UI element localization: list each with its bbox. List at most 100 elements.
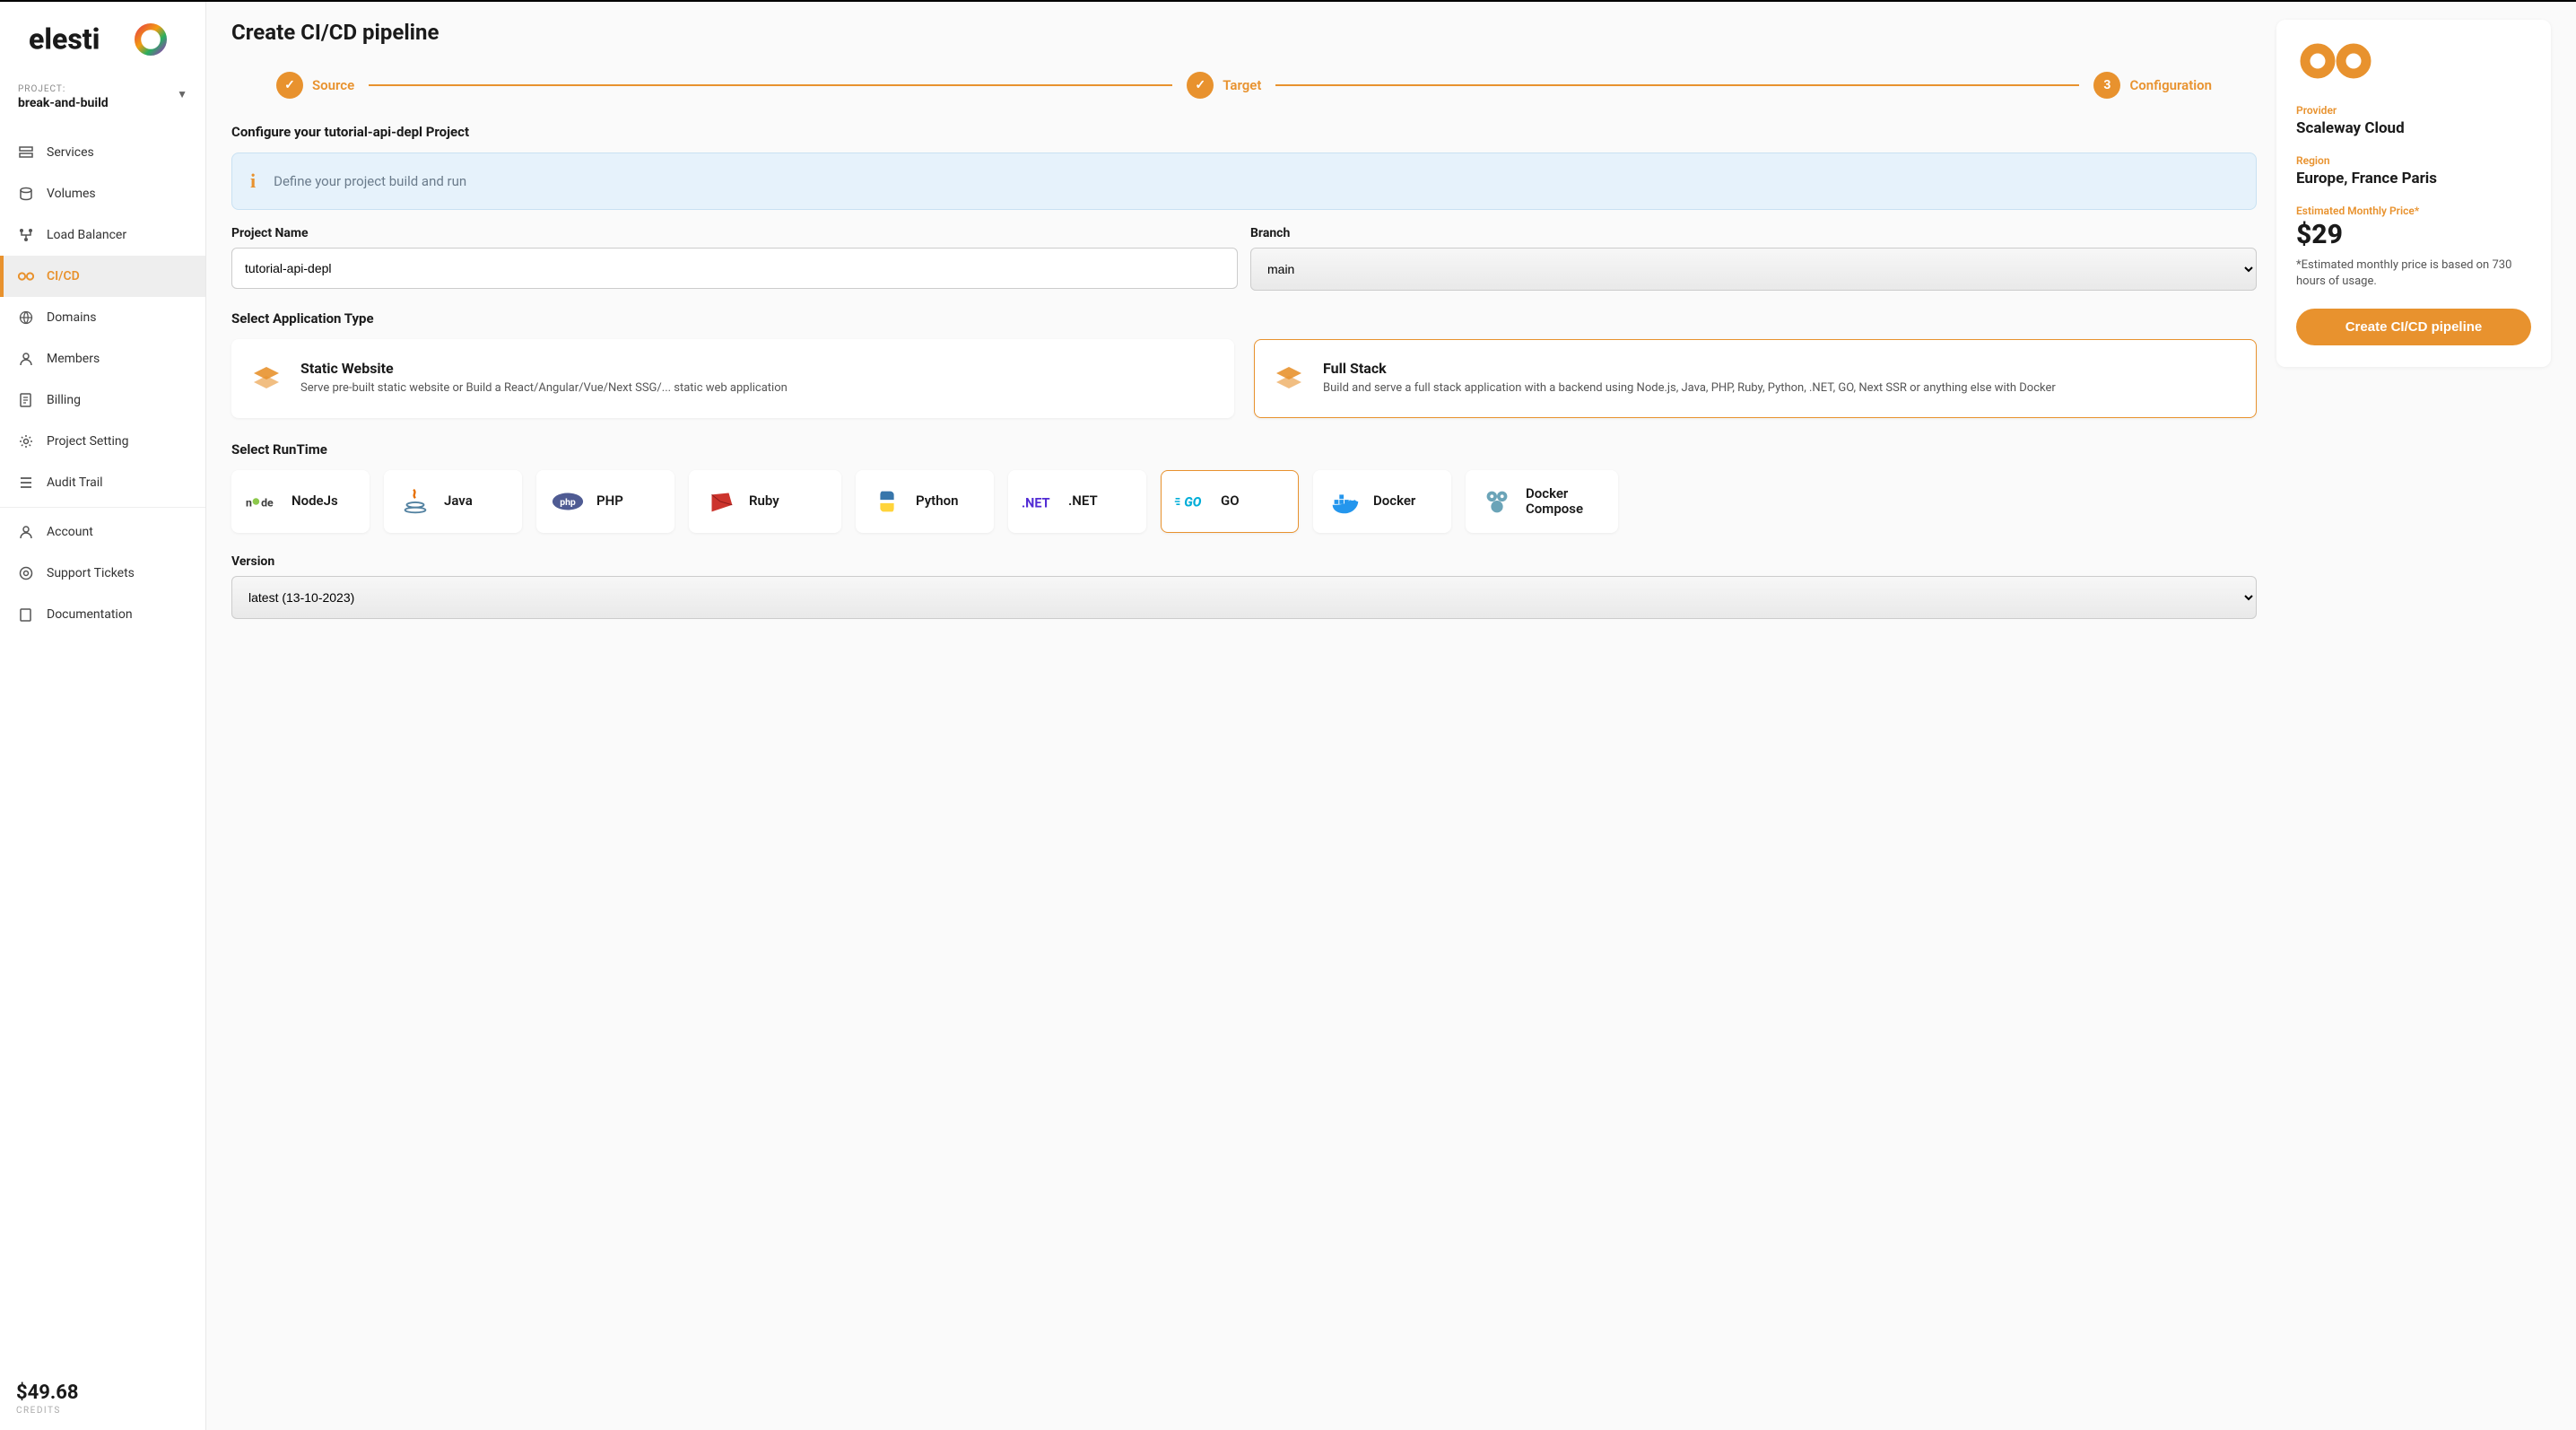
sidebar-label: CI/CD — [47, 269, 80, 283]
nav: Services Volumes Load Balancer CI/CD Dom… — [0, 125, 205, 1367]
svg-text:GO: GO — [1184, 495, 1202, 510]
sidebar-label: Audit Trail — [47, 475, 103, 490]
app-type-title: Static Website — [300, 360, 788, 377]
step-line — [1275, 84, 2079, 86]
sidebar-item-services[interactable]: Services — [0, 132, 205, 173]
app-type-title: Full Stack — [1323, 360, 2056, 377]
volumes-icon — [18, 186, 34, 202]
step-line — [369, 84, 1172, 86]
runtime-label: GO — [1221, 493, 1240, 509]
sidebar-item-project-setting[interactable]: Project Setting — [0, 421, 205, 462]
runtime-label: Java — [444, 493, 473, 509]
project-name-label: Project Name — [231, 226, 1238, 240]
sidebar-item-members[interactable]: Members — [0, 338, 205, 379]
runtime-label: Select RunTime — [231, 441, 2257, 458]
layers-icon — [1271, 362, 1307, 397]
svg-text:php: php — [560, 496, 576, 508]
sidebar-item-cicd[interactable]: CI/CD — [0, 256, 205, 297]
runtime-docker-compose[interactable]: Docker Compose — [1466, 470, 1618, 533]
price-label: Estimated Monthly Price* — [2296, 205, 2531, 217]
project-selector[interactable]: PROJECT: break-and-build ▼ — [0, 77, 205, 125]
app-type-fullstack[interactable]: Full Stack Build and serve a full stack … — [1254, 339, 2257, 418]
sidebar-label: Support Tickets — [47, 566, 135, 580]
account-icon — [18, 524, 34, 540]
sidebar-item-domains[interactable]: Domains — [0, 297, 205, 338]
sidebar-item-audit-trail[interactable]: Audit Trail — [0, 462, 205, 503]
sidebar-item-account[interactable]: Account — [0, 511, 205, 553]
credits: $49.68 CREDITS — [0, 1367, 205, 1430]
runtime-label: Docker Compose — [1526, 486, 1605, 518]
version-select[interactable]: latest (13-10-2023) — [231, 576, 2257, 619]
check-icon: ✓ — [1187, 72, 1214, 99]
sidebar-item-documentation[interactable]: Documentation — [0, 594, 205, 635]
provider-label: Provider — [2296, 104, 2531, 117]
step-label: Target — [1223, 77, 1261, 93]
sidebar-label: Project Setting — [47, 434, 128, 449]
runtime-java[interactable]: Java — [384, 470, 522, 533]
docker-icon — [1327, 484, 1362, 519]
cicd-icon — [18, 268, 34, 284]
app-type-static[interactable]: Static Website Serve pre-built static we… — [231, 339, 1234, 418]
dotnet-icon: .NET — [1022, 484, 1057, 519]
nodejs-icon: nde — [245, 484, 281, 519]
sidebar-label: Account — [47, 525, 93, 539]
info-icon: i — [250, 170, 256, 193]
billing-icon — [18, 392, 34, 408]
provider-value: Scaleway Cloud — [2296, 118, 2531, 138]
sidebar-label: Services — [47, 145, 94, 160]
runtime-php[interactable]: php PHP — [536, 470, 674, 533]
sidebar-item-volumes[interactable]: Volumes — [0, 173, 205, 214]
load-balancer-icon — [18, 227, 34, 243]
page-title: Create CI/CD pipeline — [231, 20, 2257, 45]
check-icon: ✓ — [276, 72, 303, 99]
runtime-label: Docker — [1373, 493, 1415, 509]
runtime-nodejs[interactable]: nde NodeJs — [231, 470, 370, 533]
runtime-python[interactable]: Python — [856, 470, 994, 533]
step-configuration[interactable]: 3 Configuration — [2093, 72, 2212, 99]
svg-text:.NET: .NET — [1022, 495, 1050, 510]
sidebar-label: Volumes — [47, 187, 96, 201]
step-source[interactable]: ✓ Source — [276, 72, 354, 99]
runtime-label: Ruby — [749, 493, 779, 509]
sidebar-item-billing[interactable]: Billing — [0, 379, 205, 421]
runtime-label: Python — [916, 493, 958, 509]
region-value: Europe, France Paris — [2296, 169, 2531, 188]
python-icon — [869, 484, 905, 519]
documentation-icon — [18, 606, 34, 623]
credits-amount: $49.68 — [16, 1382, 189, 1404]
sidebar-label: Documentation — [47, 607, 133, 622]
runtime-dotnet[interactable]: .NET .NET — [1008, 470, 1146, 533]
support-icon — [18, 565, 34, 581]
version-label: Version — [231, 554, 2257, 569]
summary-panel: Provider Scaleway Cloud Region Europe, F… — [2276, 20, 2551, 367]
members-icon — [18, 351, 34, 367]
runtime-docker[interactable]: Docker — [1313, 470, 1451, 533]
step-label: Source — [312, 77, 354, 93]
ruby-icon — [702, 484, 738, 519]
stepper: ✓ Source ✓ Target 3 Configuration — [231, 68, 2257, 124]
create-pipeline-button[interactable]: Create CI/CD pipeline — [2296, 309, 2531, 345]
sidebar-label: Members — [47, 352, 100, 366]
runtime-label: PHP — [596, 493, 623, 509]
sidebar-item-support-tickets[interactable]: Support Tickets — [0, 553, 205, 594]
step-label: Configuration — [2129, 77, 2212, 93]
sidebar-label: Billing — [47, 393, 81, 407]
app-type-label: Select Application Type — [231, 310, 2257, 327]
sidebar: elesti PROJECT: break-and-build ▼ Servic… — [0, 2, 206, 1430]
step-target[interactable]: ✓ Target — [1187, 72, 1261, 99]
price-value: $29 — [2296, 219, 2531, 250]
services-icon — [18, 144, 34, 161]
svg-text:de: de — [261, 498, 274, 510]
runtime-ruby[interactable]: Ruby — [689, 470, 841, 533]
infinity-icon — [2296, 41, 2375, 81]
svg-text:elesti: elesti — [29, 22, 100, 56]
branch-select[interactable]: main — [1250, 248, 2257, 291]
app-type-desc: Serve pre-built static website or Build … — [300, 380, 788, 397]
layers-icon — [248, 362, 284, 397]
domains-icon — [18, 310, 34, 326]
project-name-input[interactable] — [231, 248, 1238, 289]
php-icon: php — [550, 484, 586, 519]
sidebar-item-load-balancer[interactable]: Load Balancer — [0, 214, 205, 256]
go-icon: GO — [1174, 484, 1210, 519]
runtime-go[interactable]: GO GO — [1161, 470, 1299, 533]
